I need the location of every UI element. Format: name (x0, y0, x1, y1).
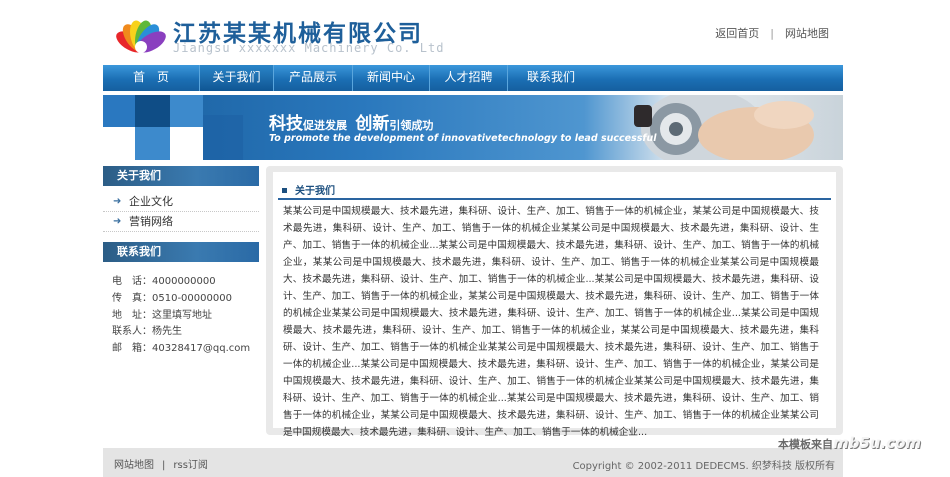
company-logo-icon[interactable] (115, 12, 167, 54)
contact-address: 地 址：这里填写地址 (112, 310, 212, 321)
banner-square (170, 127, 203, 160)
footer-sitemap-link[interactable]: 网站地图 (114, 460, 154, 471)
contact-person: 联系人：杨先生 (112, 326, 182, 337)
company-name-english: Jiangsu xxxxxxx Machinery Co. Ltd (173, 41, 445, 55)
banner-title: 科技促进发展 创新引领成功 (269, 109, 433, 134)
square-bullet-icon (282, 188, 287, 193)
copyright: Copyright © 2002-2011 DEDECMS. 织梦科技 版权所有 (572, 461, 835, 472)
banner-subtitle: To promote the development of innovative… (269, 133, 657, 144)
main-nav: 首 页 关于我们 产品展示 新闻中心 人才招聘 联系我们 (103, 65, 843, 91)
banner-square (203, 115, 243, 160)
contact-phone: 电 话：4000000000 (112, 276, 216, 287)
banner-title-phrase: 引领成功 (389, 119, 434, 132)
sidebar-heading-about: 关于我们 (103, 166, 259, 186)
nav-item-about[interactable]: 关于我们 (200, 65, 274, 91)
arrow-right-icon: ➜ (113, 196, 122, 207)
sidebar-item-label: 营销网络 (129, 215, 173, 228)
banner-square (103, 127, 135, 160)
sidebar-heading-contact: 联系我们 (103, 242, 259, 262)
nav-item-contact[interactable]: 联系我们 (508, 65, 594, 91)
watermark-text: 本模板来自 (778, 438, 833, 451)
footer: 网站地图 | rss订阅 Copyright © 2002-2011 DEDECMS… (103, 448, 843, 477)
content-heading: 关于我们 (282, 182, 335, 197)
sidebar-item-network[interactable]: ➜ 营销网络 (103, 212, 259, 232)
sitemap-link[interactable]: 网站地图 (785, 27, 829, 40)
banner-square (170, 95, 203, 127)
banner-title-word: 科技 (269, 114, 303, 134)
top-links: 返回首页 | 网站地图 (715, 25, 829, 41)
contact-fax: 传 真：0510-00000000 (112, 293, 232, 304)
contact-email: 邮 箱：40328417@qq.com (112, 343, 251, 354)
nav-item-home[interactable]: 首 页 (103, 65, 200, 91)
footer-separator: | (162, 460, 166, 471)
banner-square (103, 95, 135, 127)
watermark: 本模板来自mb5u.com (778, 434, 921, 452)
content-panel: 关于我们 某某公司是中国规模最大、技术最先进，集科研、设计、生产、加工、销售于一… (266, 166, 843, 438)
nav-item-products[interactable]: 产品展示 (274, 65, 353, 91)
banner-square (135, 127, 170, 160)
divider (278, 198, 831, 200)
banner-square (135, 95, 170, 127)
banner: 科技促进发展 创新引领成功 To promote the development… (103, 95, 843, 160)
nav-item-jobs[interactable]: 人才招聘 (430, 65, 508, 91)
footer-rss-link[interactable]: rss订阅 (173, 460, 208, 471)
sidebar-item-label: 企业文化 (129, 195, 173, 208)
home-link[interactable]: 返回首页 (715, 27, 759, 40)
footer-links: 网站地图 | rss订阅 (114, 456, 208, 471)
content-heading-label: 关于我们 (295, 186, 335, 197)
nav-item-news[interactable]: 新闻中心 (353, 65, 430, 91)
watermark-site: mb5u.com (833, 434, 922, 452)
arrow-right-icon: ➜ (113, 216, 122, 227)
banner-title-phrase: 促进发展 (303, 119, 347, 132)
content-body: 某某公司是中国规模最大、技术最先进，集科研、设计、生产、加工、销售于一体的机械企… (283, 206, 819, 438)
machinery-photo-icon (634, 95, 814, 160)
banner-title-word: 创新 (355, 114, 390, 134)
sidebar-item-culture[interactable]: ➜ 企业文化 (103, 192, 259, 212)
content-panel-inner: 关于我们 某某公司是中国规模最大、技术最先进，集科研、设计、生产、加工、销售于一… (273, 172, 836, 438)
link-separator: | (770, 27, 774, 40)
